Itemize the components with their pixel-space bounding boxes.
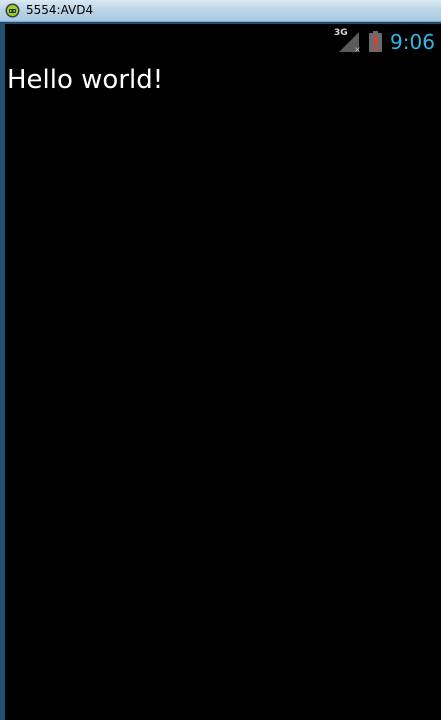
device-frame: × 3G 9:06 Hello world! [0, 22, 441, 720]
android-emulator-icon [5, 3, 20, 18]
battery-alert-icon [369, 31, 382, 52]
device-screen[interactable]: × 3G 9:06 Hello world! [5, 24, 441, 720]
network-type-label: 3G [334, 28, 348, 38]
status-bar[interactable]: × 3G 9:06 [5, 24, 441, 58]
status-clock: 9:06 [390, 30, 435, 54]
svg-text:×: × [354, 45, 361, 54]
window-title: 5554:AVD4 [26, 3, 94, 17]
window-titlebar[interactable]: 5554:AVD4 [0, 0, 441, 22]
hello-world-text: Hello world! [7, 65, 164, 95]
emulator-window: 5554:AVD4 × 3G 9:06 Hello world! [0, 0, 441, 720]
